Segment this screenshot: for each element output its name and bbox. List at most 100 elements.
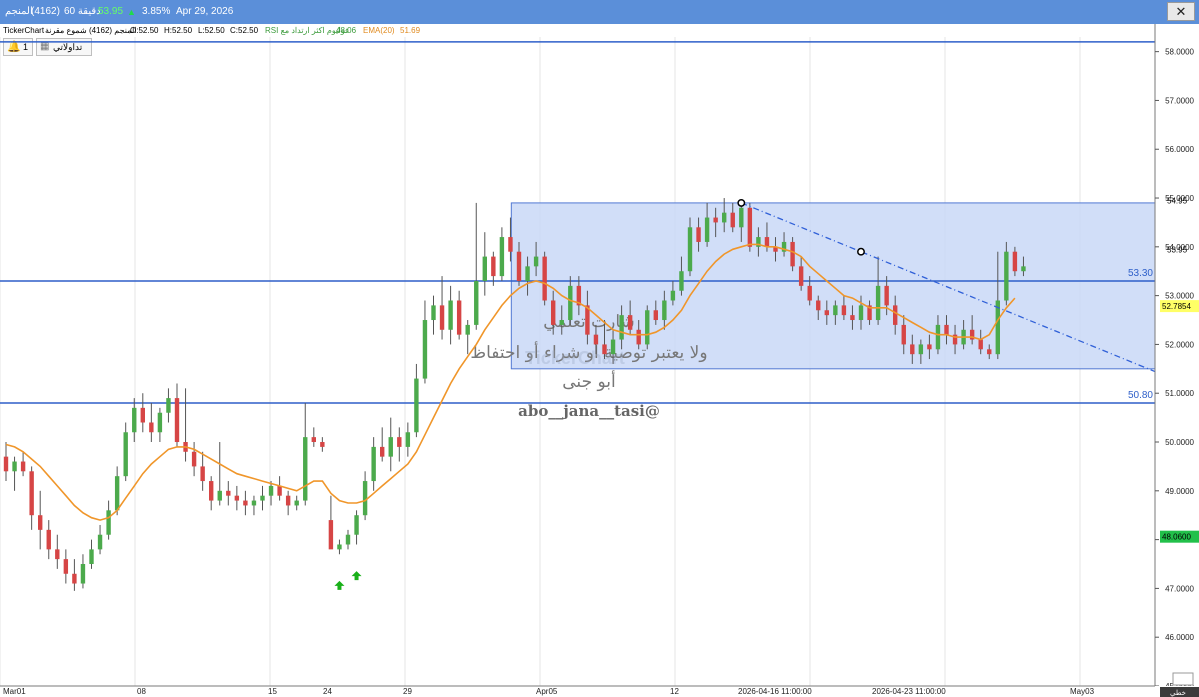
candle-body: [243, 500, 248, 506]
x-tick-label: 29: [403, 687, 412, 696]
candle-body: [294, 500, 299, 506]
x-axis: Mar01 08 15 24 29 Apr05 12 2026-04-16 11:00:00 2…: [0, 672, 1199, 697]
candle-body: [875, 285, 881, 321]
candle-body: [645, 310, 650, 345]
y-tick-label: 52.0000: [1165, 340, 1194, 349]
corner-label: خطي: [1170, 689, 1186, 697]
candle-body: [816, 300, 821, 311]
watermark-line3: أبو جنى: [562, 370, 615, 392]
candle-body: [533, 256, 539, 267]
candle-body: [850, 315, 855, 321]
candle-body: [602, 344, 607, 355]
candle-body: [593, 334, 599, 345]
candle-body: [568, 285, 573, 321]
candle-body: [209, 481, 214, 501]
candle-body: [687, 227, 693, 272]
y-tick-label: 50.0000: [1165, 438, 1194, 447]
candle-body: [337, 544, 342, 550]
candle-body: [1012, 251, 1018, 272]
y-tick-label: 57.0000: [1165, 96, 1194, 105]
candle-body: [901, 324, 906, 345]
candle-body: [551, 300, 556, 325]
level-label: 53.30: [1128, 268, 1153, 279]
candle-body: [833, 305, 838, 316]
candle-body: [516, 251, 522, 281]
candle-body: [397, 437, 402, 447]
x-tick-label: May03: [1070, 687, 1095, 696]
candle-body: [226, 490, 231, 496]
candle-body: [166, 398, 171, 413]
candle-body: [508, 237, 513, 252]
candle-body: [542, 256, 547, 301]
candle-body: [12, 461, 17, 472]
candle-body: [910, 344, 915, 355]
candle-body: [482, 256, 487, 281]
candle-body: [157, 412, 163, 433]
candle-body: [730, 212, 735, 228]
candle-body: [704, 217, 710, 242]
price-chart[interactable]: 53.3050.80 شارت تعلمي ولا يعتبر توصية أو…: [0, 0, 1199, 697]
buy-arrows: [334, 571, 362, 590]
candle-body: [354, 515, 359, 535]
candle-body: [935, 324, 941, 350]
candle-body: [89, 549, 94, 565]
y-tick-label: 46.0000: [1165, 633, 1194, 642]
trendline-anchor[interactable]: [737, 198, 746, 207]
x-tick-label: Mar01: [3, 687, 26, 696]
y-tick-label: 51.0000: [1165, 389, 1194, 398]
candle-body: [277, 485, 282, 496]
candle-body: [927, 344, 932, 350]
candle-body: [55, 549, 60, 560]
candle-body: [320, 442, 325, 447]
candle-body: [858, 305, 864, 321]
candle-body: [123, 432, 128, 477]
level-label: 50.80: [1128, 390, 1153, 401]
candle-body: [525, 266, 530, 281]
buy-arrow-icon: [351, 571, 362, 581]
candle-body: [1004, 251, 1009, 301]
candle-body: [636, 329, 641, 345]
candle-body: [1021, 266, 1026, 272]
bell-icon[interactable]: [1172, 672, 1194, 686]
candle-body: [388, 437, 393, 457]
candle-body: [841, 305, 847, 316]
x-tick-label: 12: [670, 687, 679, 696]
candle-body: [987, 349, 992, 355]
x-tick-label: 2026-04-16 11:00:00: [738, 687, 812, 696]
candle-body: [234, 495, 240, 501]
x-tick-label: 08: [137, 687, 146, 696]
candle-body: [414, 378, 419, 433]
candle-body: [3, 456, 9, 472]
candle-body: [20, 461, 26, 472]
candle-body: [132, 407, 137, 433]
trendline-anchor[interactable]: [857, 247, 865, 256]
candle-body: [679, 271, 684, 291]
candle-body: [97, 534, 103, 550]
candle-body: [251, 500, 257, 506]
candle-body: [764, 237, 770, 247]
candle-body: [893, 305, 898, 325]
candle-body: [72, 573, 77, 584]
candle-body: [114, 476, 120, 511]
buy-arrow-icon: [334, 580, 345, 590]
candle-body: [747, 207, 753, 247]
candle-body: [824, 310, 829, 316]
y-axis: 58.000057.000056.000055.000054.000053.00…: [1154, 24, 1199, 691]
watermark-line4: abo__jana__tasi@: [518, 402, 660, 420]
candle-body: [653, 310, 658, 321]
candle-body: [465, 324, 470, 335]
candle-body: [978, 339, 983, 350]
candle-body: [46, 529, 51, 550]
x-tick-label: 24: [323, 687, 332, 696]
price-marker-label: 53.95: [1167, 245, 1188, 254]
candle-body: [662, 300, 667, 321]
candle-body: [38, 515, 43, 530]
candle-body: [311, 437, 316, 443]
candle-body: [798, 266, 804, 286]
candle-body: [303, 437, 308, 501]
x-tick-label: Apr05: [536, 687, 558, 696]
candle-body: [362, 481, 368, 516]
candle-body: [431, 305, 436, 321]
candle-body: [29, 471, 34, 516]
candle-body: [610, 339, 616, 355]
